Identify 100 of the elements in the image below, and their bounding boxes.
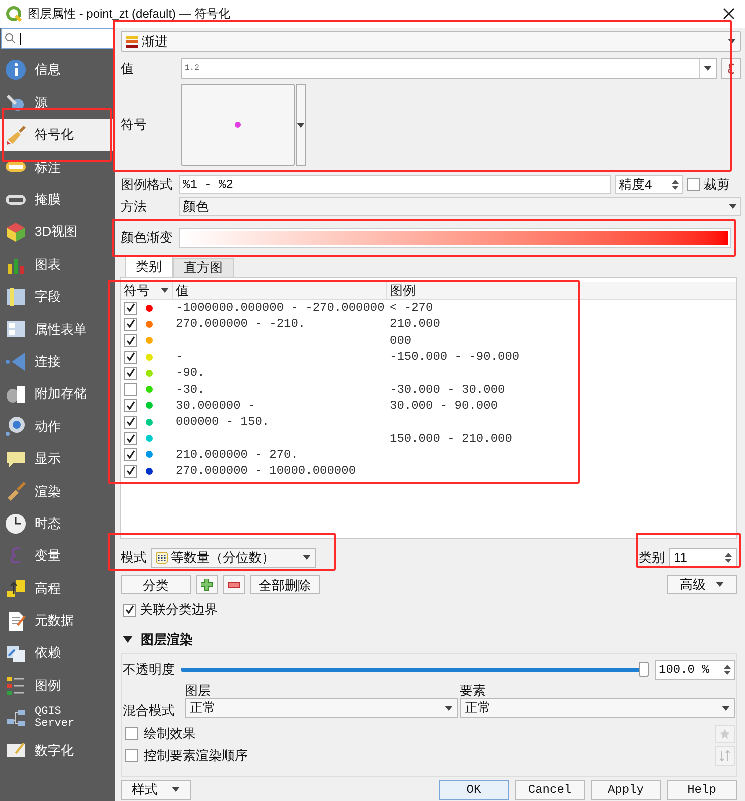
remove-class-button[interactable] — [223, 575, 245, 594]
opacity-spinbox[interactable]: 100.0 % — [655, 660, 735, 680]
field-label: 模式 — [121, 548, 147, 567]
collapse-arrow-icon[interactable] — [123, 636, 133, 644]
checkbox[interactable] — [125, 727, 138, 740]
checkbox[interactable] — [124, 334, 137, 348]
sidebar-item[interactable]: 连接 — [0, 346, 115, 378]
cancel-button[interactable]: Cancel — [515, 780, 585, 800]
help-button[interactable]: Help — [667, 780, 737, 800]
checkbox[interactable] — [124, 416, 137, 429]
sidebar-item[interactable]: 图例 — [0, 669, 115, 702]
mode-dropdown[interactable]: 等数量（分位数） — [151, 548, 316, 568]
field-label: 值 — [121, 60, 135, 78]
column-header[interactable]: 符号 — [121, 282, 173, 299]
table-cell: 30.000000 - — [176, 398, 256, 413]
table-cell: 30.000 - 90.000 — [390, 398, 498, 413]
sidebar-item[interactable]: 信息 — [0, 54, 115, 86]
sidebar-item[interactable]: 动作 — [0, 410, 115, 443]
sidebar-item[interactable]: 3D视图 — [0, 216, 115, 248]
ok-button[interactable]: OK — [439, 780, 509, 800]
section-title: 图层渲染 — [141, 631, 193, 650]
checkbox[interactable] — [124, 432, 137, 446]
checkbox[interactable] — [124, 318, 137, 331]
column-header[interactable]: 图例 — [387, 282, 736, 299]
sidebar-item[interactable]: 元数据 — [0, 604, 115, 638]
sidebar-item[interactable]: 高程 — [0, 572, 115, 605]
window-title: 图层属性 - point_zt (default) — 符号化 — [28, 6, 231, 23]
gear-icon — [5, 415, 27, 438]
table-cell: -150.000 - -90.000 — [390, 350, 520, 364]
table-cell: 000 — [390, 334, 412, 348]
app-logo-icon — [6, 6, 22, 22]
checkbox-label: 裁剪 — [704, 176, 730, 194]
sidebar-item[interactable]: 数字化 — [0, 734, 115, 767]
fields-icon — [5, 286, 27, 308]
tab[interactable]: 直方图 — [173, 258, 234, 277]
method-dropdown[interactable]: 颜色 — [179, 197, 741, 216]
feature-blend-dropdown[interactable]: 正常 — [460, 698, 735, 718]
caret-icon — [728, 39, 736, 44]
caret-icon — [445, 706, 453, 710]
checkbox[interactable] — [124, 302, 137, 315]
search-field[interactable] — [1, 28, 114, 49]
minus-icon — [228, 582, 240, 588]
graduated-icon — [126, 36, 138, 48]
clock-icon — [5, 512, 27, 535]
sidebar-item[interactable]: 符号化 — [0, 118, 115, 152]
sidebar-item[interactable]: 源 — [0, 86, 115, 119]
slider-handle[interactable] — [639, 662, 649, 677]
point-symbol-icon — [235, 122, 241, 128]
tab[interactable]: 类别 — [125, 256, 173, 277]
checkbox[interactable] — [125, 749, 138, 762]
sidebar-item[interactable]: 附加存储 — [0, 378, 115, 410]
checkbox[interactable] — [124, 448, 137, 462]
column-header[interactable]: 值 — [173, 282, 387, 299]
table-cell: 150.000 - 210.000 — [390, 432, 512, 446]
join-icon — [5, 350, 27, 373]
checkbox-label: 绘制效果 — [144, 724, 197, 743]
style-button[interactable]: 样式 — [121, 780, 191, 800]
checkbox[interactable] — [124, 350, 137, 364]
apply-button[interactable]: Apply — [591, 780, 661, 800]
symbol-menu-button[interactable] — [296, 84, 306, 166]
layer-blend-dropdown[interactable]: 正常 — [185, 698, 458, 718]
caret-icon — [303, 555, 311, 560]
advanced-button[interactable]: 高级 — [667, 575, 737, 594]
sidebar-item[interactable]: 图表 — [0, 248, 115, 281]
table-cell: 000000 - 150. — [176, 415, 270, 430]
delete-all-button[interactable]: 全部删除 — [250, 575, 320, 594]
value-field[interactable]: 1.2 — [181, 58, 717, 79]
plus-icon — [201, 578, 213, 590]
cube-icon — [5, 221, 27, 244]
opacity-slider[interactable] — [181, 662, 649, 678]
sidebar-item[interactable]: 依赖 — [0, 637, 115, 670]
sidebar-item[interactable]: QGIS Server — [0, 702, 115, 734]
caret-icon — [704, 66, 712, 71]
expression-button[interactable] — [721, 58, 741, 79]
table-cell: - — [176, 350, 184, 364]
table-cell: -30.000 - 30.000 — [390, 382, 506, 397]
sidebar-item[interactable]: 时态 — [0, 507, 115, 540]
sidebar-item[interactable]: 标注 — [0, 151, 115, 184]
sidebar-item[interactable]: 变量 — [0, 540, 115, 572]
sidebar-item[interactable]: 属性表单 — [0, 313, 115, 346]
close-icon[interactable] — [723, 8, 735, 20]
checkbox[interactable] — [687, 178, 700, 191]
checkbox[interactable] — [124, 366, 137, 380]
checkbox[interactable] — [124, 383, 137, 396]
sort-icon — [719, 750, 731, 762]
sidebar-item[interactable]: 掩膜 — [0, 184, 115, 216]
legend-format-field[interactable]: %1 - %2 — [179, 175, 611, 194]
precision-spinbox[interactable]: 精度4 — [615, 175, 683, 194]
checkbox[interactable] — [124, 399, 137, 412]
renderer-dropdown[interactable]: 渐进 — [121, 31, 741, 52]
classes-spinbox[interactable]: 11 — [669, 548, 737, 568]
sidebar-item[interactable]: 显示 — [0, 442, 115, 476]
field-label: 图层 — [185, 683, 212, 698]
sidebar-item[interactable]: 字段 — [0, 280, 115, 314]
checkbox[interactable] — [123, 604, 136, 616]
table-cell: -1000000.000000 - -270.000000 — [176, 301, 385, 316]
checkbox[interactable] — [124, 464, 137, 478]
classify-button[interactable]: 分类 — [121, 575, 191, 594]
sidebar-item[interactable]: 渲染 — [0, 475, 115, 508]
add-class-button[interactable] — [196, 575, 218, 594]
